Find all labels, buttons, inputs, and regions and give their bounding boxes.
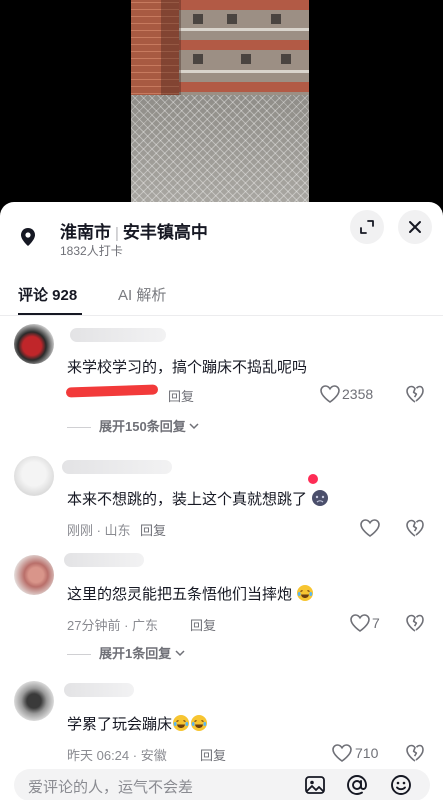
comment-text-content: 学累了玩会蹦床	[67, 716, 173, 733]
comment-input[interactable]: 爱评论的人，运气不会差	[14, 769, 430, 800]
expand-divider	[67, 427, 91, 429]
reply-button[interactable]: 回复	[168, 386, 194, 405]
dislike-icon[interactable]	[405, 743, 425, 763]
location-city: 淮南市	[60, 223, 111, 242]
comment-item[interactable]: 这里的怨灵能把五条悟他们当摔炮 27分钟前 · 广东 回复 7 展开1条回复	[0, 547, 443, 665]
dislike-icon[interactable]	[405, 613, 425, 633]
comment-meta: 刚刚 · 山东	[67, 523, 131, 538]
dislike-icon[interactable]	[405, 384, 425, 404]
location-header[interactable]: 淮南市 | 安丰镇高中 1832人打卡	[0, 202, 443, 264]
expand-divider	[67, 654, 91, 656]
like-count: 7	[372, 615, 380, 631]
comment-meta: 昨天 06:24 · 安徽	[67, 748, 167, 763]
video-brick-band	[179, 0, 309, 10]
reply-button[interactable]: 回复	[190, 615, 216, 634]
heart-icon[interactable]	[332, 744, 352, 762]
like-count: 2358	[342, 386, 374, 402]
location-pin-icon	[21, 228, 35, 246]
video-window	[241, 54, 251, 64]
comment-input-bar: 爱评论的人，运气不会差	[0, 763, 443, 800]
comment-item[interactable]: 来学校学习的，搞个蹦床不捣乱呢吗 回复 2358 展开150条回复	[0, 318, 443, 436]
expand-button[interactable]	[350, 210, 384, 244]
laughing-crying-emoji-icon	[191, 715, 208, 731]
video-safety-net	[131, 95, 309, 205]
sad-face-emoji-icon	[312, 490, 329, 506]
video-brick-band	[179, 40, 309, 50]
expand-replies[interactable]: 展开1条回复	[67, 643, 185, 662]
avatar[interactable]	[14, 555, 54, 595]
comment-tabs: 评论 928 AI 解析	[0, 276, 443, 316]
heart-icon[interactable]	[360, 519, 380, 537]
comment-text: 学累了玩会蹦床	[67, 713, 208, 734]
chevron-down-icon	[175, 650, 185, 657]
reply-button[interactable]: 回复	[200, 745, 226, 764]
comment-text-content: 这里的怨灵能把五条悟他们当摔炮	[67, 586, 293, 603]
chevron-down-icon	[189, 423, 199, 430]
avatar[interactable]	[14, 681, 54, 721]
video-window	[281, 54, 291, 64]
video-frame	[131, 0, 309, 205]
location-title: 淮南市 | 安丰镇高中	[60, 223, 208, 242]
heart-icon[interactable]	[320, 385, 340, 403]
username-blurred[interactable]	[64, 553, 144, 567]
tab-ai-analysis[interactable]: AI 解析	[118, 284, 166, 305]
comment-sheet: 淮南市 | 安丰镇高中 1832人打卡 评论 928 AI 解析 来学校学习的，搞个…	[0, 202, 443, 800]
video-window	[227, 14, 237, 24]
at-icon[interactable]	[346, 774, 368, 796]
tab-active-indicator	[18, 313, 82, 315]
laughing-crying-emoji-icon	[173, 715, 190, 731]
comment-input-placeholder: 爱评论的人，运气不会差	[28, 779, 194, 796]
video-window	[193, 14, 203, 24]
dislike-icon[interactable]	[405, 518, 425, 538]
location-place: 安丰镇高中	[122, 223, 208, 242]
close-icon	[409, 221, 421, 233]
comment-text: 本来不想跳的，装上这个真就想跳了	[67, 488, 329, 509]
comment-item[interactable]: 本来不想跳的，装上这个真就想跳了 刚刚 · 山东 回复	[0, 450, 443, 542]
expand-replies[interactable]: 展开150条回复	[67, 416, 199, 435]
reply-button[interactable]: 回复	[140, 520, 166, 539]
username-blurred[interactable]	[70, 328, 166, 342]
close-button[interactable]	[398, 210, 432, 244]
comment-text: 这里的怨灵能把五条悟他们当摔炮	[67, 583, 314, 604]
like-count: 710	[355, 745, 379, 761]
video-window	[271, 14, 281, 24]
image-icon[interactable]	[304, 774, 326, 796]
comment-meta: 27分钟前 · 广东	[67, 618, 159, 633]
video-floor-line	[179, 28, 309, 31]
avatar[interactable]	[14, 456, 54, 496]
laughing-crying-emoji-icon	[297, 585, 314, 601]
video-floor-line	[179, 70, 309, 73]
tab-comments[interactable]: 评论 928	[18, 284, 77, 305]
emoji-icon[interactable]	[390, 774, 412, 796]
expand-replies-label: 展开1条回复	[99, 646, 172, 661]
checkin-count: 1832人打卡	[60, 244, 123, 258]
comment-text: 来学校学习的，搞个蹦床不捣乱呢吗	[67, 359, 308, 376]
avatar[interactable]	[14, 324, 54, 364]
expand-replies-label: 展开150条回复	[99, 419, 186, 434]
username-blurred[interactable]	[62, 460, 172, 474]
heart-icon[interactable]	[350, 614, 370, 632]
video-brick-band	[179, 82, 309, 92]
video-window	[193, 54, 203, 64]
expand-icon	[360, 220, 374, 234]
comment-text-content: 本来不想跳的，装上这个真就想跳了	[67, 491, 308, 508]
meta-redaction	[65, 384, 159, 398]
video-player[interactable]	[0, 0, 443, 205]
username-blurred[interactable]	[64, 683, 134, 697]
unread-dot	[308, 474, 318, 484]
comment-item[interactable]: 学累了玩会蹦床 昨天 06:24 · 安徽 回复 710	[0, 677, 443, 767]
